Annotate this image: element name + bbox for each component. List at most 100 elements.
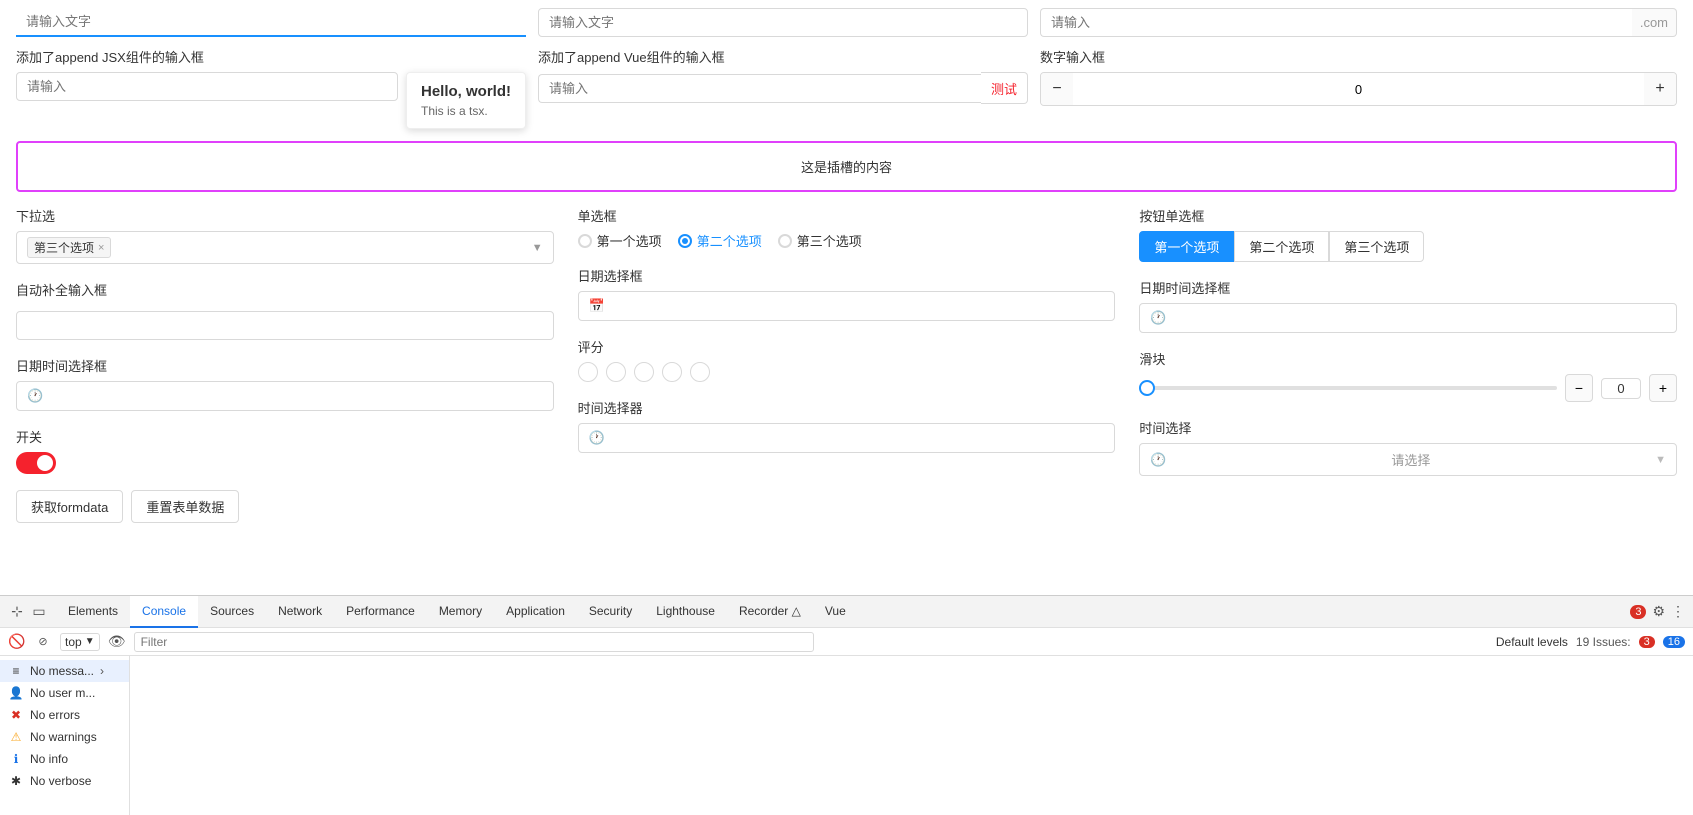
tab-elements[interactable]: Elements	[56, 596, 130, 628]
dropdown-tag: 第三个选项 ×	[27, 237, 111, 258]
tab-vue[interactable]: Vue	[813, 596, 858, 628]
star-3[interactable]	[634, 362, 654, 382]
more-options-icon[interactable]: ⋮	[1671, 603, 1685, 620]
console-item-messages[interactable]: ≡ No messa... ›	[0, 660, 129, 682]
slider-thumb[interactable]	[1139, 380, 1155, 396]
error-icon: ✖	[8, 708, 24, 722]
eye-icon[interactable]: 👁	[108, 633, 126, 651]
append-jsx-label: 添加了append JSX组件的输入框	[16, 47, 526, 66]
tab-security[interactable]: Security	[577, 596, 644, 628]
hello-tooltip: Hello, world! This is a tsx.	[406, 72, 526, 129]
info-icon: ℹ	[8, 752, 24, 766]
clock-icon-4: 🕐	[1150, 452, 1166, 468]
date-picker[interactable]: 📅	[578, 291, 1116, 321]
filter-icon[interactable]: ⊘	[34, 633, 52, 651]
radio-option-1[interactable]: 第一个选项	[578, 231, 662, 250]
console-item-verbose[interactable]: ✱ No verbose	[0, 770, 129, 792]
tab-application[interactable]: Application	[494, 596, 577, 628]
radio-option-2[interactable]: 第二个选项	[678, 231, 762, 250]
reset-table-button[interactable]: 重置表单数据	[131, 490, 239, 523]
datetime-picker-label: 日期时间选择框	[1139, 278, 1677, 297]
star-5[interactable]	[690, 362, 710, 382]
datetime-picker2[interactable]: 🕐	[16, 381, 554, 411]
devtools-tab-bar: ⊹ ▭ Elements Console Sources Network Per…	[0, 596, 1693, 628]
console-item-label-messages: No messa...	[30, 664, 94, 678]
clock-icon-1: 🕐	[1150, 310, 1166, 326]
btn-radio-2[interactable]: 第二个选项	[1234, 231, 1329, 262]
time-select[interactable]: 🕐 请选择 ▼	[1139, 443, 1677, 476]
time-picker[interactable]: 🕐	[578, 423, 1116, 453]
number-plus-button[interactable]: +	[1644, 73, 1676, 105]
autocomplete-input[interactable]: vue-router	[16, 311, 554, 340]
number-value-input[interactable]: 0	[1073, 82, 1644, 97]
tab-lighthouse[interactable]: Lighthouse	[644, 596, 727, 628]
star-4[interactable]	[662, 362, 682, 382]
time-picker-label: 时间选择器	[578, 398, 1116, 417]
console-item-label-user: No user m...	[30, 686, 95, 700]
slot-container: 这是插槽的内容	[16, 141, 1677, 192]
test-button[interactable]: 测试	[981, 72, 1028, 104]
console-toolbar: 🚫 ⊘ top ▼ 👁 Default levels 19 Issues: 3 …	[0, 628, 1693, 656]
slider-minus-button[interactable]: −	[1565, 374, 1593, 402]
default-levels[interactable]: Default levels	[1496, 635, 1568, 649]
tab-memory[interactable]: Memory	[427, 596, 494, 628]
tag-close-icon[interactable]: ×	[98, 242, 104, 254]
chevron-right-icon[interactable]: ›	[100, 664, 104, 678]
btn-radio-3[interactable]: 第三个选项	[1329, 231, 1424, 262]
slider-label: 滑块	[1139, 349, 1677, 368]
filter-input[interactable]	[134, 632, 814, 652]
star-1[interactable]	[578, 362, 598, 382]
console-item-user[interactable]: 👤 No user m...	[0, 682, 129, 704]
console-item-label-info: No info	[30, 752, 68, 766]
text-input-3[interactable]	[1040, 8, 1632, 37]
tab-performance[interactable]: Performance	[334, 596, 427, 628]
toggle-label: 开关	[16, 427, 554, 446]
devtools-inspect-icon[interactable]: ⊹	[8, 603, 26, 621]
radio-circle-2	[678, 234, 692, 248]
append-jsx-input[interactable]	[16, 72, 398, 101]
append-vue-input[interactable]	[538, 74, 981, 103]
gear-icon[interactable]: ⚙	[1652, 603, 1665, 620]
console-item-warnings[interactable]: ⚠ No warnings	[0, 726, 129, 748]
toggle-switch[interactable]	[16, 452, 56, 474]
datetime-picker2-label: 日期时间选择框	[16, 356, 554, 375]
dropdown[interactable]: 第三个选项 × ▼	[16, 231, 554, 264]
console-item-errors[interactable]: ✖ No errors	[0, 704, 129, 726]
get-formdata-button[interactable]: 获取formdata	[16, 490, 123, 523]
console-main	[130, 656, 1693, 815]
slider-track[interactable]	[1139, 386, 1557, 390]
radio-label-2: 第二个选项	[697, 231, 762, 250]
tab-recorder[interactable]: Recorder △	[727, 596, 813, 628]
text-input-2[interactable]	[538, 8, 1028, 37]
slider-plus-button[interactable]: +	[1649, 374, 1677, 402]
console-content: ≡ No messa... › 👤 No user m... ✖ No erro…	[0, 656, 1693, 815]
console-item-label-errors: No errors	[30, 708, 80, 722]
append-vue-label: 添加了append Vue组件的输入框	[538, 47, 1028, 66]
time-select-placeholder: 请选择	[1391, 450, 1430, 469]
clear-console-icon[interactable]: 🚫	[8, 633, 26, 651]
console-item-label-warnings: No warnings	[30, 730, 97, 744]
devtools-device-icon[interactable]: ▭	[30, 603, 48, 621]
console-sidebar: ≡ No messa... › 👤 No user m... ✖ No erro…	[0, 656, 130, 815]
tab-sources[interactable]: Sources	[198, 596, 266, 628]
number-minus-button[interactable]: −	[1041, 73, 1073, 105]
dropdown-label: 下拉选	[16, 206, 554, 225]
star-2[interactable]	[606, 362, 626, 382]
time-select-chevron: ▼	[1655, 454, 1666, 466]
date-picker-label: 日期选择框	[578, 266, 1116, 285]
btn-radio-1[interactable]: 第一个选项	[1139, 231, 1234, 262]
input-suffix: .com	[1632, 8, 1677, 37]
tab-console[interactable]: Console	[130, 596, 198, 628]
tooltip-title: Hello, world!	[421, 83, 511, 100]
console-item-info[interactable]: ℹ No info	[0, 748, 129, 770]
radio-option-3[interactable]: 第三个选项	[778, 231, 862, 250]
radio-circle-1	[578, 234, 592, 248]
text-input-1[interactable]	[16, 8, 526, 37]
radio-circle-3	[778, 234, 792, 248]
error-badge: 3	[1630, 605, 1646, 619]
top-select[interactable]: top ▼	[60, 633, 100, 651]
tab-network[interactable]: Network	[266, 596, 334, 628]
radio-group-label: 单选框	[578, 206, 1116, 225]
warning-icon: ⚠	[8, 730, 24, 744]
datetime-picker[interactable]: 🕐	[1139, 303, 1677, 333]
